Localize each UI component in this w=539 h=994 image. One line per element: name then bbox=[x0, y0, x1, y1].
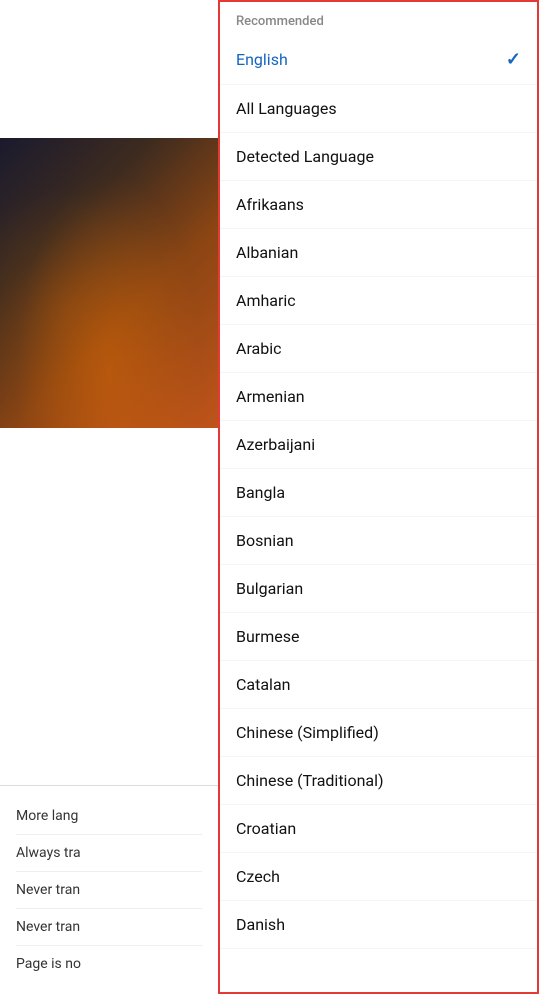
never-translate-text: Never tran bbox=[16, 882, 80, 898]
dropdown-item-label: Afrikaans bbox=[236, 195, 304, 214]
dropdown-item-all-languages[interactable]: All Languages bbox=[220, 85, 537, 133]
dropdown-item-armenian[interactable]: Armenian bbox=[220, 373, 537, 421]
dropdown-item-azerbaijani[interactable]: Azerbaijani bbox=[220, 421, 537, 469]
dropdown-item-label: Burmese bbox=[236, 627, 299, 646]
page-background: 🔒 www.fran Aع Élections en Turquie VERS … bbox=[0, 0, 218, 994]
translation-panel: More lang Always tra Never tran Never tr… bbox=[0, 785, 218, 994]
dropdown-item-label: Chinese (Simplified) bbox=[236, 723, 379, 742]
more-lang-text: More lang bbox=[16, 808, 78, 824]
dropdown-item-label: Bulgarian bbox=[236, 579, 303, 598]
never-translate2-row[interactable]: Never tran bbox=[16, 909, 202, 946]
article-image bbox=[0, 138, 218, 428]
dropdown-item-label: Albanian bbox=[236, 243, 298, 262]
dropdown-item-bangla[interactable]: Bangla bbox=[220, 469, 537, 517]
dropdown-section-recommended: Recommended bbox=[220, 2, 537, 35]
dropdown-item-label: Catalan bbox=[236, 675, 290, 694]
language-dropdown[interactable]: Recommended English ✓ All Languages Detecte… bbox=[218, 0, 539, 994]
dropdown-item-label: Danish bbox=[236, 915, 285, 934]
dropdown-item-bulgarian[interactable]: Bulgarian bbox=[220, 565, 537, 613]
dropdown-item-label: English bbox=[236, 50, 288, 69]
always-translate-row[interactable]: Always tra bbox=[16, 835, 202, 872]
dropdown-item-label: Azerbaijani bbox=[236, 435, 315, 454]
page-is-text: Page is no bbox=[16, 956, 81, 972]
dropdown-item-arabic[interactable]: Arabic bbox=[220, 325, 537, 373]
dropdown-item-label: Czech bbox=[236, 867, 280, 886]
never-translate2-text: Never tran bbox=[16, 919, 80, 935]
dropdown-item-label: Amharic bbox=[236, 291, 296, 310]
dropdown-item-amharic[interactable]: Amharic bbox=[220, 277, 537, 325]
never-translate-row[interactable]: Never tran bbox=[16, 872, 202, 909]
dropdown-item-label: All Languages bbox=[236, 99, 337, 118]
dropdown-item-croatian[interactable]: Croatian bbox=[220, 805, 537, 853]
dropdown-item-chinese-simplified[interactable]: Chinese (Simplified) bbox=[220, 709, 537, 757]
dropdown-item-label: Bosnian bbox=[236, 531, 294, 550]
dropdown-item-label: Armenian bbox=[236, 387, 305, 406]
dropdown-item-danish[interactable]: Danish bbox=[220, 901, 537, 949]
dropdown-item-label: Chinese (Traditional) bbox=[236, 771, 384, 790]
dropdown-items-list: English ✓ All Languages Detected Language Af… bbox=[220, 35, 537, 949]
dropdown-item-albanian[interactable]: Albanian bbox=[220, 229, 537, 277]
page-is-row: Page is no bbox=[16, 946, 202, 982]
dropdown-item-catalan[interactable]: Catalan bbox=[220, 661, 537, 709]
dropdown-item-label: Arabic bbox=[236, 339, 282, 358]
dropdown-item-label: Bangla bbox=[236, 483, 285, 502]
always-translate-text: Always tra bbox=[16, 845, 81, 861]
dropdown-item-label: Detected Language bbox=[236, 147, 374, 166]
dropdown-item-detected[interactable]: Detected Language bbox=[220, 133, 537, 181]
dropdown-item-label: Croatian bbox=[236, 819, 296, 838]
dropdown-item-bosnian[interactable]: Bosnian bbox=[220, 517, 537, 565]
dropdown-item-chinese-traditional[interactable]: Chinese (Traditional) bbox=[220, 757, 537, 805]
dropdown-item-afrikaans[interactable]: Afrikaans bbox=[220, 181, 537, 229]
dropdown-item-burmese[interactable]: Burmese bbox=[220, 613, 537, 661]
dropdown-item-english[interactable]: English ✓ bbox=[220, 35, 537, 85]
dropdown-item-czech[interactable]: Czech bbox=[220, 853, 537, 901]
more-languages-row[interactable]: More lang bbox=[16, 798, 202, 835]
checkmark-icon: ✓ bbox=[506, 49, 521, 70]
